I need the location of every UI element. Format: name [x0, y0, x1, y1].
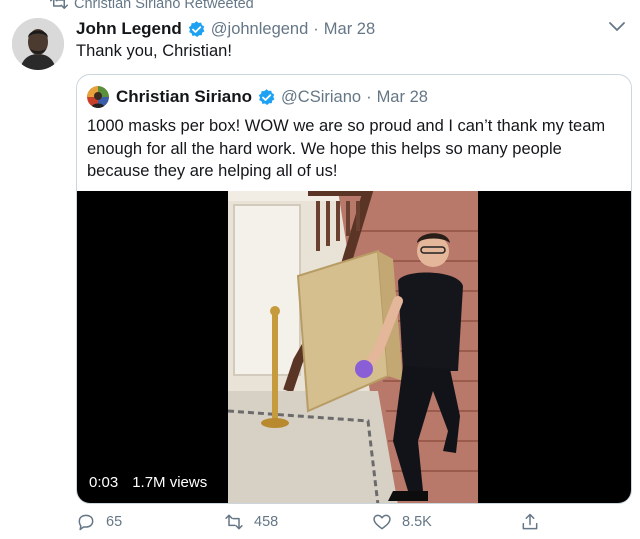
quoted-avatar: [87, 86, 109, 108]
video-views: 1.7M views: [132, 474, 208, 491]
heart-icon: [373, 514, 391, 530]
video-frame: [228, 191, 478, 503]
video-duration: 0:03: [89, 474, 119, 491]
tweet-header: John Legend @johnlegend · Mar 28: [76, 18, 375, 40]
separator-dot: ·: [366, 87, 372, 106]
author-handle[interactable]: @johnlegend: [211, 20, 309, 39]
reply-button[interactable]: 65: [76, 512, 122, 532]
avatar-image: [12, 18, 64, 70]
reply-icon: [78, 514, 94, 531]
like-button[interactable]: 8.5K: [372, 512, 432, 532]
video-player[interactable]: 0:03 1.7M views: [77, 191, 631, 503]
separator-dot: ·: [313, 19, 319, 38]
avatar[interactable]: [12, 18, 64, 70]
tweet-actions: 65 458 8.5K: [76, 512, 596, 536]
retweet-icon: [225, 514, 243, 530]
tweet-date[interactable]: Mar 28: [324, 20, 375, 39]
retweet-count: 458: [254, 514, 279, 530]
quoted-author-name[interactable]: Christian Siriano: [116, 87, 252, 107]
share-button[interactable]: [520, 512, 550, 532]
share-icon: [522, 513, 538, 530]
chevron-down-icon[interactable]: [608, 20, 626, 34]
video-meta: 0:03 1.7M views: [89, 474, 207, 491]
reply-count: 65: [106, 514, 123, 530]
author-name[interactable]: John Legend: [76, 19, 182, 39]
retweet-context: Christian Siriano Retweeted: [36, 0, 254, 13]
verified-icon: [188, 20, 205, 37]
tweet-text: Thank you, Christian!: [76, 42, 232, 60]
quoted-tweet-date[interactable]: Mar 28: [377, 88, 428, 107]
verified-icon: [258, 88, 275, 105]
quoted-avatar-image: [87, 86, 109, 108]
retweet-label[interactable]: Christian Siriano Retweeted: [74, 0, 254, 12]
retweet-button[interactable]: 458: [224, 512, 278, 532]
quoted-tweet-text: 1000 masks per box! WOW we are so proud …: [87, 117, 606, 180]
like-count: 8.5K: [402, 514, 432, 530]
quoted-author-handle[interactable]: @CSiriano: [281, 88, 361, 107]
quoted-tweet-header: Christian Siriano @CSiriano · Mar 28: [87, 85, 428, 109]
quoted-tweet[interactable]: Christian Siriano @CSiriano · Mar 28 100…: [76, 74, 632, 504]
retweet-icon: [50, 0, 68, 9]
